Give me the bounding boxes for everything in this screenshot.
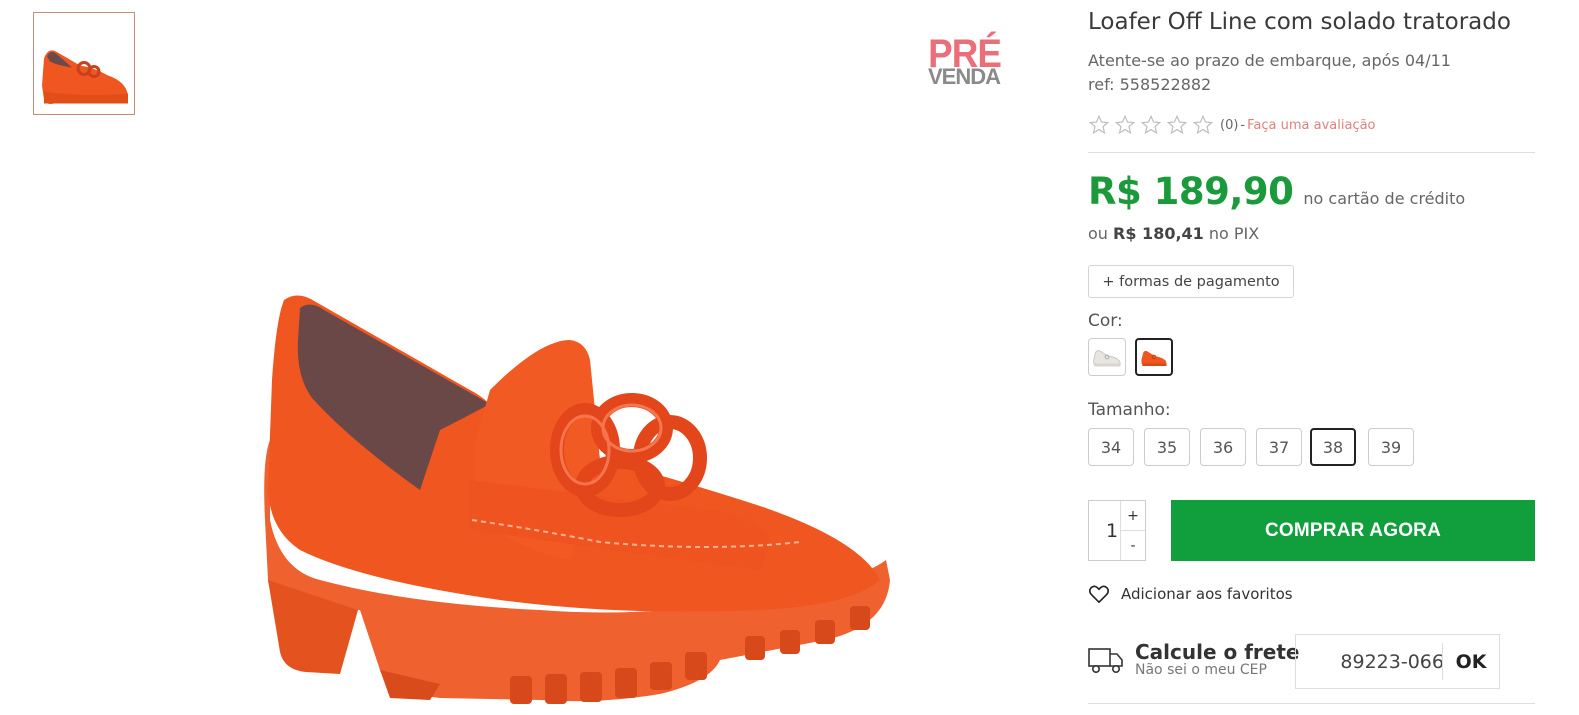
add-to-favorites[interactable]: Adicionar aos favoritos xyxy=(1088,584,1293,604)
divider xyxy=(1088,703,1535,704)
star-empty-icon[interactable] xyxy=(1140,114,1162,136)
quantity-decrease-button[interactable]: - xyxy=(1120,531,1145,560)
pix-prefix: ou xyxy=(1088,224,1108,243)
star-empty-icon[interactable] xyxy=(1114,114,1136,136)
rating-separator: - xyxy=(1240,117,1246,133)
product-ref: ref: 558522882 xyxy=(1088,75,1212,94)
color-swatch-white[interactable] xyxy=(1088,338,1126,376)
quantity-stepper: 1 + - xyxy=(1088,500,1146,561)
color-swatch-orange[interactable] xyxy=(1135,338,1173,376)
size-option[interactable]: 39 xyxy=(1368,428,1414,466)
star-empty-icon[interactable] xyxy=(1192,114,1214,136)
star-empty-icon[interactable] xyxy=(1166,114,1188,136)
price-amount: R$ 189,90 xyxy=(1088,170,1294,213)
write-review-link[interactable]: Faça uma avaliação xyxy=(1247,118,1375,133)
rating: (0) - Faça uma avaliação xyxy=(1088,114,1376,136)
gallery-thumbnail[interactable] xyxy=(33,12,135,115)
cep-input[interactable]: 89223-066 xyxy=(1296,635,1444,688)
size-label: Tamanho: xyxy=(1088,400,1171,420)
price: R$ 189,90 no cartão de crédito xyxy=(1088,170,1465,213)
orange-loafer-thumbnail-icon xyxy=(42,50,128,104)
cep-ok-button[interactable]: OK xyxy=(1442,643,1499,680)
heart-icon xyxy=(1088,585,1110,603)
product-main-image xyxy=(264,295,890,704)
truck-icon xyxy=(1088,648,1123,673)
product-title: Loafer Off Line com solado tratorado xyxy=(1088,9,1511,35)
divider xyxy=(1088,152,1535,153)
size-option[interactable]: 36 xyxy=(1200,428,1246,466)
white-loafer-icon xyxy=(1093,350,1121,367)
shipping-notice: Atente-se ao prazo de embarque, após 04/… xyxy=(1088,51,1451,70)
star-empty-icon[interactable] xyxy=(1088,114,1110,136)
size-option[interactable]: 35 xyxy=(1144,428,1190,466)
cep-field: 89223-066 OK xyxy=(1295,634,1500,689)
buy-now-button[interactable]: COMPRAR AGORA xyxy=(1171,500,1535,561)
rating-count: (0) xyxy=(1220,117,1239,133)
unknown-cep-link[interactable]: Não sei o meu CEP xyxy=(1135,662,1267,678)
orange-loafer-icon xyxy=(1141,350,1167,366)
pre-sale-badge-line1: PRÉ xyxy=(928,32,1002,76)
payment-options-button[interactable]: + formas de pagamento xyxy=(1088,265,1294,298)
size-option-selected[interactable]: 38 xyxy=(1310,428,1356,466)
favorites-label: Adicionar aos favoritos xyxy=(1121,585,1293,603)
size-option[interactable]: 34 xyxy=(1088,428,1134,466)
shipping-title: Calcule o frete xyxy=(1135,640,1300,664)
pix-price: ou R$ 180,41 no PIX xyxy=(1088,224,1259,243)
pix-amount: R$ 180,41 xyxy=(1113,224,1204,243)
pre-sale-badge: PRÉ VENDA xyxy=(925,34,1003,88)
color-label: Cor: xyxy=(1088,311,1123,331)
price-note: no cartão de crédito xyxy=(1303,189,1466,208)
pix-suffix: no PIX xyxy=(1208,224,1260,243)
size-option[interactable]: 37 xyxy=(1256,428,1302,466)
quantity-increase-button[interactable]: + xyxy=(1120,501,1145,531)
